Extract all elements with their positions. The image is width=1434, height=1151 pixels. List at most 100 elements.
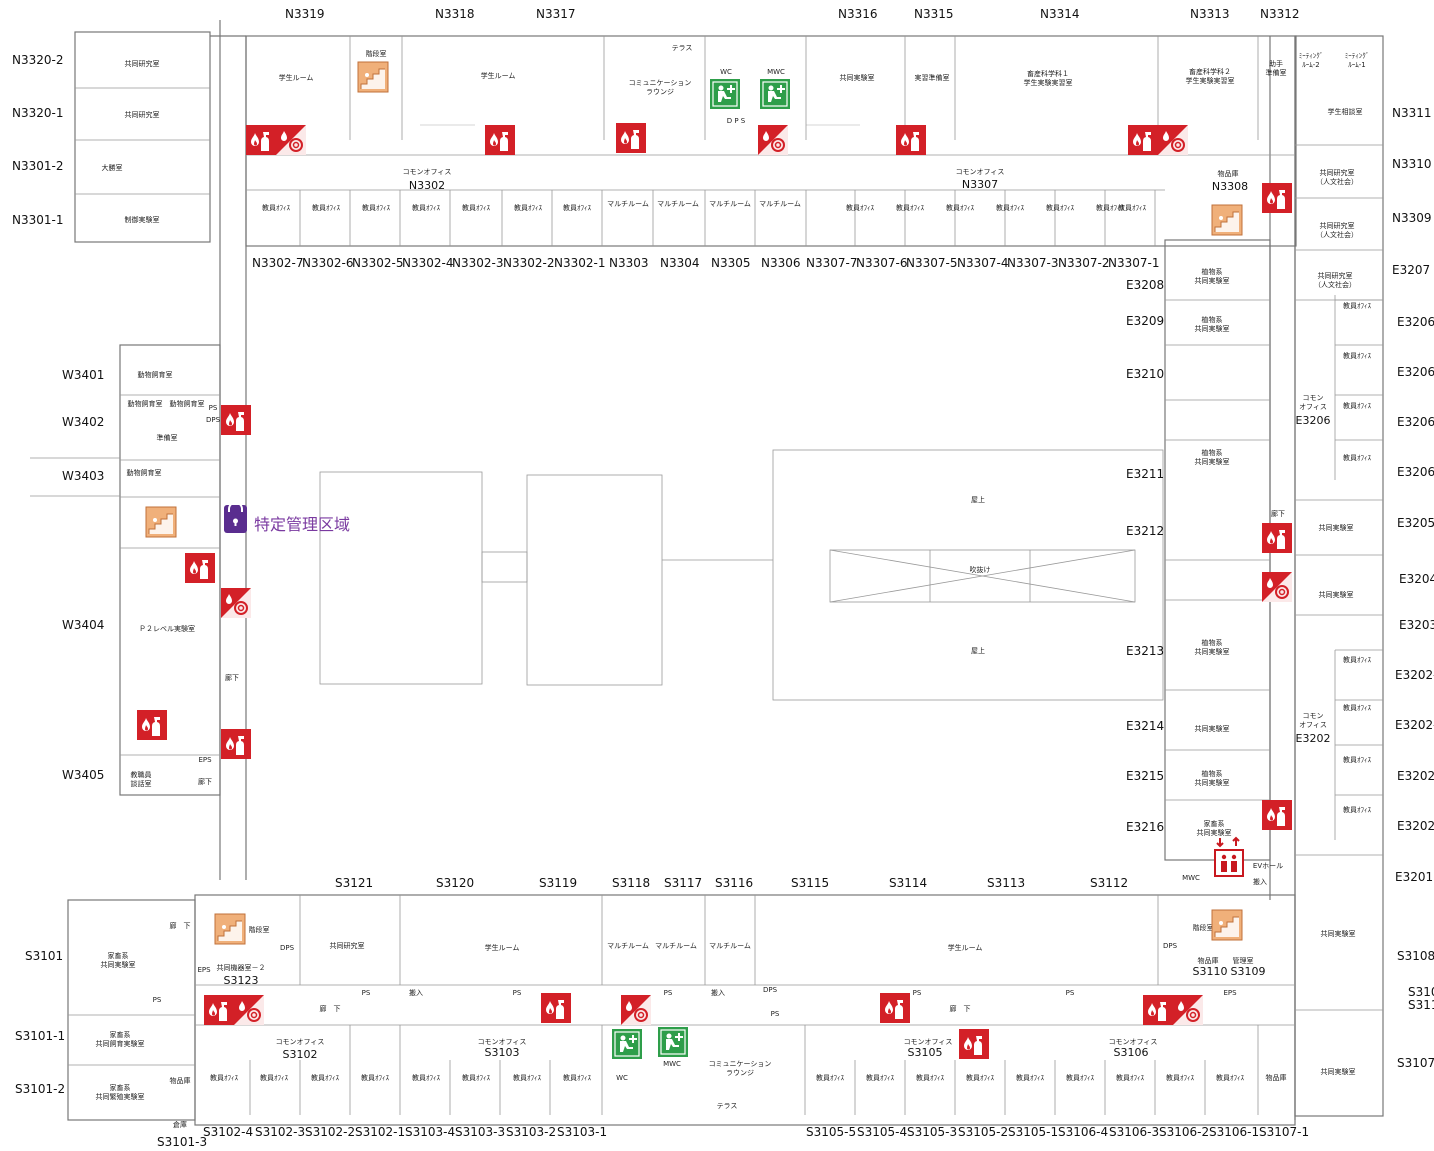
room-name: 教員ｵﾌｨｽ <box>946 203 974 212</box>
room-label: E3207 <box>1392 263 1430 277</box>
room-name: マルチルーム <box>709 200 751 208</box>
fire-extinguisher-icon <box>896 125 926 155</box>
room-name: EPS <box>197 966 211 974</box>
room-name: 倉庫 <box>173 1120 187 1129</box>
fire-hose-icon <box>1157 124 1189 156</box>
east-inner-labels: E3208 E3209 E3210 E3211 E3212 E3213 E3214 E3215… <box>1126 278 1330 834</box>
room-name: 教員ｵﾌｨｽ <box>866 1073 894 1082</box>
fire-extinguisher-icon <box>1262 800 1292 830</box>
room-name: 教員ｵﾌｨｽ <box>362 203 390 212</box>
office-label: S3109 <box>1231 965 1266 978</box>
room-label: N3305 <box>711 256 751 270</box>
room-name: 教員ｵﾌｨｽ <box>896 203 924 212</box>
room-name: マルチルーム <box>759 200 801 208</box>
room-name: 管理室 <box>1233 956 1254 965</box>
room-label: S3119 <box>539 876 577 890</box>
room-name: 共同研究室（人文社会） <box>1316 221 1358 239</box>
office-label: N3302 <box>409 179 445 192</box>
room-name: 階段室 <box>366 49 387 58</box>
room-label: S3105-4 <box>857 1125 907 1139</box>
room-name: 教員ｵﾌｨｽ <box>1343 655 1371 664</box>
restricted-area-label: 特定管理区域 <box>254 515 350 534</box>
room-name: 物品庫 <box>1266 1073 1287 1082</box>
room-label: N3302-7 <box>252 256 303 270</box>
room-label: S3120 <box>436 876 474 890</box>
room-name: WC <box>720 68 732 76</box>
room-name: テラス <box>717 1102 738 1110</box>
south-bottom-labels: S3102-4 S3102-3 S3102-2 S3102-1 S3103-4 S3103… <box>203 1125 1309 1139</box>
room-name: 廊下 <box>198 777 212 786</box>
room-label: N3306 <box>761 256 801 270</box>
room-label: S3102-3 <box>255 1125 305 1139</box>
fire-extinguisher-icon <box>221 405 251 435</box>
room-label: E3202- <box>1397 769 1434 783</box>
room-label: N3307-5 <box>906 256 957 270</box>
room-label: E3214 <box>1126 719 1164 733</box>
room-label: S3114 <box>889 876 927 890</box>
east-outer-labels: N3311 N3310 N3309 E3207 E3206- E3206- E3206- E3… <box>1392 106 1434 1070</box>
room-name: 共同実験室 <box>1195 724 1230 733</box>
room-name: PS <box>1066 989 1075 997</box>
room-name: 階段室 <box>249 925 270 934</box>
room-name: 共同研究室（人文社会） <box>1316 168 1358 186</box>
room-name: 教員ｵﾌｨｽ <box>262 203 290 212</box>
room-label: S3101-2 <box>15 1082 65 1096</box>
room-name: 教員ｵﾌｨｽ <box>966 1073 994 1082</box>
fire-hose-icon <box>757 124 789 156</box>
room-label: E3209 <box>1126 314 1164 328</box>
room-name: 廊下 <box>225 673 239 682</box>
room-label: N3301-2 <box>12 159 63 173</box>
room-label: N3319 <box>285 7 325 21</box>
room-name: コモンオフィス <box>1109 1038 1158 1046</box>
floor-plan-map: N3319 N3318 N3317 N3316 N3315 N3314 N331… <box>12 7 1434 1149</box>
room-name: 搬入 <box>409 988 423 997</box>
room-label: E3202- <box>1395 668 1434 682</box>
room-name: 共同研究室 <box>125 110 160 119</box>
room-label: S3107 <box>1397 1056 1434 1070</box>
room-name: 教員ｵﾌｨｽ <box>1343 401 1371 410</box>
room-label: E3206- <box>1397 465 1434 479</box>
room-name: 教員ｵﾌｨｽ <box>1216 1073 1244 1082</box>
room-name: 教員ｵﾌｨｽ <box>260 1073 288 1082</box>
fire-extinguisher-icon <box>1262 523 1292 553</box>
room-label: S3105-2 <box>958 1125 1008 1139</box>
room-name: 教員ｵﾌｨｽ <box>412 203 440 212</box>
room-name: 教員ｵﾌｨｽ <box>1343 703 1371 712</box>
room-name: テラス <box>672 44 693 52</box>
room-label: W3402 <box>62 415 104 429</box>
room-name: 実習準備室 <box>915 73 950 82</box>
fire-extinguisher-icon <box>185 553 215 583</box>
fire-hose-icon <box>620 994 652 1026</box>
room-name: 教員ｵﾌｨｽ <box>312 203 340 212</box>
north-bottom-labels: N3302-7N3302-6N3302-5N3302-4N3302-3 N3302… <box>252 256 1159 270</box>
room-name: 家畜系共同実験室 <box>1197 819 1232 837</box>
room-label: N3312 <box>1260 7 1300 21</box>
room-label: W3403 <box>62 469 104 483</box>
room-label: S3101-1 <box>15 1029 65 1043</box>
room-name: 動物飼育室 <box>170 399 205 408</box>
room-label: S3102-1 <box>355 1125 405 1139</box>
first-aid-icon <box>759 78 791 110</box>
room-name: マルチルーム <box>607 200 649 208</box>
room-name: 共同実験室 <box>1319 590 1354 599</box>
stairs-icon <box>214 913 246 945</box>
room-name: ﾐｰﾃｨﾝｸﾞﾙｰﾑ-1 <box>1345 52 1370 69</box>
room-name: EPS <box>198 756 212 764</box>
room-label: S3102-2 <box>305 1125 355 1139</box>
room-name: コモンオフィス <box>1299 712 1327 729</box>
room-label: N3307-7 <box>806 256 857 270</box>
room-name: MWC <box>1182 874 1200 882</box>
first-aid-icon <box>611 1028 643 1060</box>
room-label: S3101-3 <box>157 1135 207 1149</box>
room-label: S3106-2 <box>1159 1125 1209 1139</box>
room-label: S3105-5 <box>806 1125 856 1139</box>
first-aid-icon <box>709 78 741 110</box>
room-label: S3117 <box>664 876 702 890</box>
room-name: 教員ｵﾌｨｽ <box>1343 351 1371 360</box>
room-name: 教員ｵﾌｨｽ <box>462 203 490 212</box>
room-name: 吹抜け <box>970 565 991 574</box>
room-name: コミュニケーションラウンジ <box>709 1060 772 1077</box>
room-name: 学生ルーム <box>485 943 520 952</box>
fire-extinguisher-icon <box>959 1029 989 1059</box>
office-label: S3102 <box>283 1048 318 1061</box>
